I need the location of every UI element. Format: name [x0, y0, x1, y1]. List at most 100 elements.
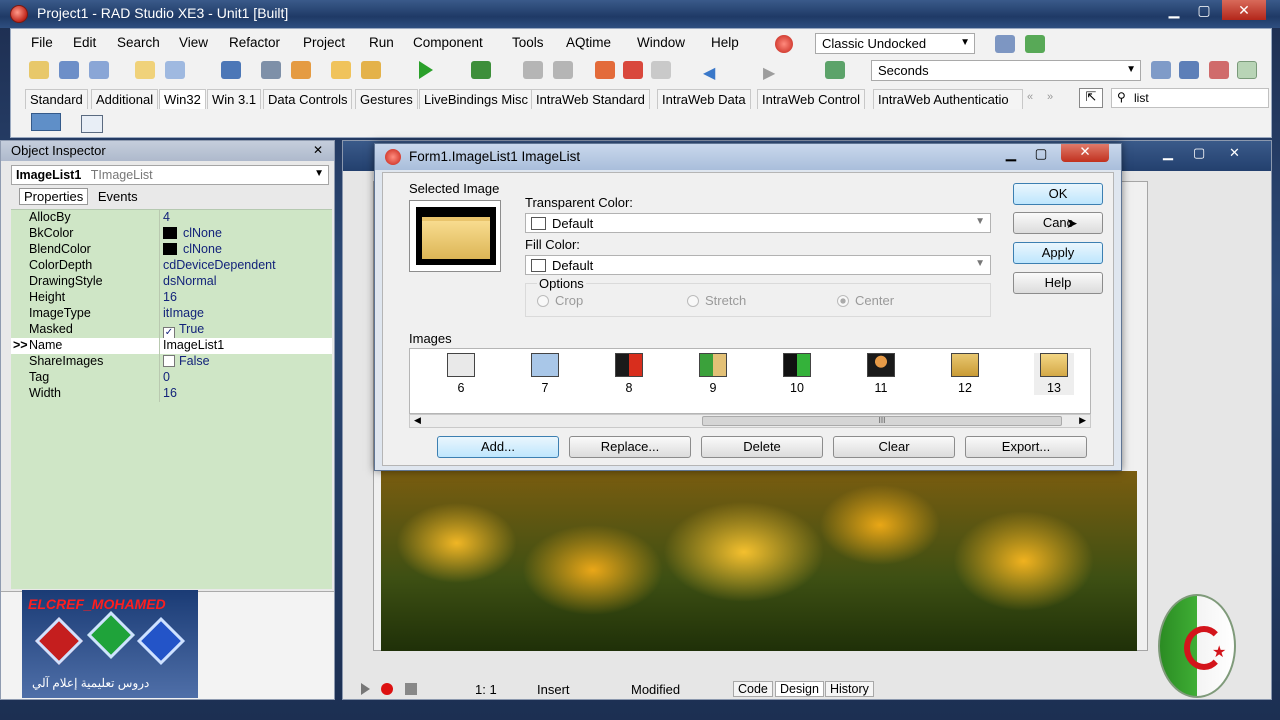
- menu-search[interactable]: Search: [117, 35, 160, 50]
- property-row[interactable]: Width 16: [11, 386, 332, 402]
- tab-history[interactable]: History: [825, 681, 874, 697]
- imagelist-component-icon[interactable]: [31, 113, 61, 131]
- property-row[interactable]: ShareImages False: [11, 354, 332, 370]
- menu-tools[interactable]: Tools: [512, 35, 544, 50]
- record-macro-icon[interactable]: [381, 683, 393, 695]
- menu-aqtime[interactable]: AQtime: [566, 35, 611, 50]
- desktop-layout-combo[interactable]: Classic Undocked ▼: [815, 33, 975, 54]
- new-form-icon[interactable]: [89, 61, 109, 79]
- image-item[interactable]: 8: [614, 353, 644, 395]
- image-item[interactable]: 9: [698, 353, 728, 395]
- delete-button[interactable]: Delete: [701, 436, 823, 458]
- chevron-right-icon[interactable]: »: [1047, 91, 1053, 103]
- forward-arrow-icon[interactable]: ▶: [763, 63, 775, 83]
- menu-edit[interactable]: Edit: [73, 35, 96, 50]
- palette-search-input[interactable]: ⚲ list: [1111, 88, 1269, 108]
- trace-into-icon[interactable]: [595, 61, 615, 79]
- help-button[interactable]: Help: [1013, 272, 1103, 294]
- palette-tab-intraweb-authentication[interactable]: IntraWeb Authenticatio: [873, 89, 1023, 109]
- close-icon[interactable]: ✕: [1229, 145, 1240, 161]
- image-item[interactable]: 6: [446, 353, 476, 395]
- object-selector[interactable]: ImageList1 TImageList ▼: [11, 165, 329, 185]
- run-to-cursor-icon[interactable]: [651, 61, 671, 79]
- close-file-icon[interactable]: [291, 61, 311, 79]
- save-icon[interactable]: [221, 61, 241, 79]
- chevron-left-icon[interactable]: «: [1027, 91, 1033, 103]
- image-item[interactable]: 7: [530, 353, 560, 395]
- option-stretch[interactable]: Stretch: [687, 293, 746, 308]
- option-crop[interactable]: Crop: [537, 293, 583, 308]
- image-item[interactable]: 11: [866, 353, 896, 395]
- tab-events[interactable]: Events: [94, 189, 142, 204]
- scroll-left-icon[interactable]: ◀: [414, 415, 421, 426]
- maximize-icon[interactable]: ▢: [1193, 145, 1205, 161]
- menu-file[interactable]: File: [31, 35, 53, 50]
- listview-component-icon[interactable]: [81, 115, 103, 133]
- property-row[interactable]: AllocBy 4: [11, 210, 332, 226]
- tab-design[interactable]: Design: [775, 681, 824, 697]
- tab-properties[interactable]: Properties: [19, 188, 89, 205]
- images-list[interactable]: 6 7 8 9 10 11 12 13: [409, 348, 1091, 414]
- new-items-icon[interactable]: [59, 61, 79, 79]
- menu-run[interactable]: Run: [369, 35, 394, 50]
- property-row[interactable]: BlendColor clNone: [11, 242, 332, 258]
- profile-icon[interactable]: [1151, 61, 1171, 79]
- set-debug-desktop-icon[interactable]: [1025, 35, 1045, 53]
- palette-tab-gestures[interactable]: Gestures: [355, 89, 418, 109]
- palette-tab-intraweb-control[interactable]: IntraWeb Control: [757, 89, 866, 109]
- property-row[interactable]: ColorDepth cdDeviceDependent: [11, 258, 332, 274]
- option-center[interactable]: Center: [837, 293, 894, 308]
- analyze-icon[interactable]: [1179, 61, 1199, 79]
- image-item[interactable]: 12: [950, 353, 980, 395]
- image-item-selected[interactable]: 13: [1034, 353, 1074, 395]
- replace-button[interactable]: Replace...: [569, 436, 691, 458]
- menu-help[interactable]: Help: [711, 35, 739, 50]
- close-icon[interactable]: ✕: [1222, 0, 1266, 20]
- minimize-icon[interactable]: ▁: [997, 146, 1025, 163]
- scroll-right-icon[interactable]: ▶: [1079, 415, 1086, 426]
- minimize-icon[interactable]: ▁: [1163, 145, 1173, 161]
- open-icon[interactable]: [135, 61, 155, 79]
- property-row[interactable]: DrawingStyle dsNormal: [11, 274, 332, 290]
- ok-button[interactable]: OK: [1013, 183, 1103, 205]
- pause-icon[interactable]: [523, 61, 543, 79]
- apply-button[interactable]: Apply: [1013, 242, 1103, 264]
- cursor-select-icon[interactable]: ⇱: [1079, 88, 1103, 108]
- menu-window[interactable]: Window: [637, 35, 685, 50]
- coverage-icon[interactable]: [1209, 61, 1229, 79]
- palette-tab-intraweb-standard[interactable]: IntraWeb Standard: [531, 89, 650, 109]
- maximize-icon[interactable]: ▢: [1190, 0, 1218, 20]
- menu-component[interactable]: Component: [413, 35, 483, 50]
- menu-project[interactable]: Project: [303, 35, 345, 50]
- property-row-selected[interactable]: >> Name ImageList1: [11, 338, 332, 354]
- property-row[interactable]: Tag 0: [11, 370, 332, 386]
- fill-color-select[interactable]: Default ▼: [525, 255, 991, 275]
- palette-toggle-icon[interactable]: [1237, 61, 1257, 79]
- save-all-icon[interactable]: [261, 61, 281, 79]
- minimize-icon[interactable]: ▁: [1160, 0, 1188, 20]
- back-arrow-icon[interactable]: ◀: [703, 63, 715, 83]
- palette-tab-win32[interactable]: Win32: [159, 89, 206, 109]
- menu-view[interactable]: View: [179, 35, 208, 50]
- close-icon[interactable]: ✕: [1061, 144, 1109, 162]
- clear-button[interactable]: Clear: [833, 436, 955, 458]
- transparent-color-select[interactable]: Default ▼: [525, 213, 991, 233]
- scrollbar-thumb[interactable]: III: [702, 416, 1062, 426]
- tab-code[interactable]: Code: [733, 681, 773, 697]
- new-icon[interactable]: [29, 61, 49, 79]
- image-item[interactable]: 10: [782, 353, 812, 395]
- close-icon[interactable]: ✕: [313, 143, 323, 157]
- run-icon[interactable]: [419, 61, 433, 79]
- property-value-editor[interactable]: ImageList1: [163, 338, 224, 352]
- maximize-icon[interactable]: ▢: [1027, 146, 1055, 163]
- property-row[interactable]: Height 16: [11, 290, 332, 306]
- property-row[interactable]: ImageType itImage: [11, 306, 332, 322]
- palette-tab-additional[interactable]: Additional: [91, 89, 159, 109]
- palette-tab-livebindings-misc[interactable]: LiveBindings Misc: [419, 89, 534, 109]
- add-file-icon[interactable]: [331, 61, 351, 79]
- play-macro-icon[interactable]: [361, 683, 370, 695]
- menu-refactor[interactable]: Refactor: [229, 35, 280, 50]
- property-row[interactable]: BkColor clNone: [11, 226, 332, 242]
- remove-file-icon[interactable]: [361, 61, 381, 79]
- open-project-icon[interactable]: [165, 61, 185, 79]
